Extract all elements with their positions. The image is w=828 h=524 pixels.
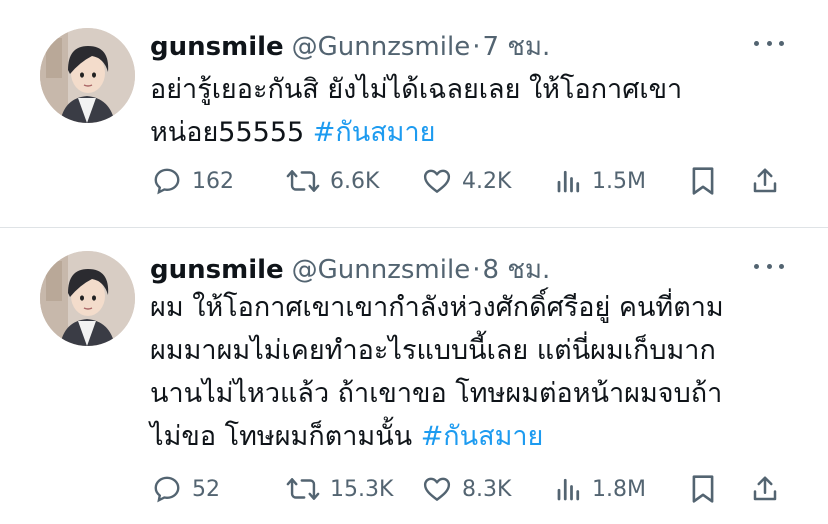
retweet-button[interactable]: 15.3K <box>286 472 393 506</box>
tweet-text-line: ไม่ขอ โทษผมก็ตามนั้น #กันสมาย <box>150 415 800 458</box>
retweet-button[interactable]: 6.6K <box>286 164 379 198</box>
like-button[interactable]: 8.3K <box>422 472 511 506</box>
tweet-text-line: หน่อย55555 #กันสมาย <box>150 111 800 154</box>
tweet-text: ผม ให้โอกาศเขาเขากำลังห่วงศักดิ์ศรีอยู่ … <box>150 286 800 458</box>
more-icon[interactable] <box>754 38 784 48</box>
bookmark-button[interactable] <box>690 472 716 506</box>
avatar[interactable] <box>40 251 135 346</box>
tweet-text-line: ผม ให้โอกาศเขาเขากำลังห่วงศักดิ์ศรีอยู่ … <box>150 292 724 323</box>
share-button[interactable] <box>750 164 780 198</box>
views-button[interactable]: 1.5M <box>556 164 646 198</box>
views-icon <box>556 474 582 504</box>
display-name[interactable]: gunsmile <box>150 32 284 62</box>
reply-count: 162 <box>192 168 234 194</box>
tweet-1[interactable]: gunsmile @Gunnzsmile · 7 ชม. อย่ารู้เยอะ… <box>0 0 828 228</box>
user-handle[interactable]: @Gunnzsmile <box>292 32 471 62</box>
avatar[interactable] <box>40 28 135 123</box>
reply-icon <box>152 474 182 504</box>
more-icon[interactable] <box>754 261 784 271</box>
action-bar: 162 6.6K 4.2K 1.5M <box>0 164 828 198</box>
reply-count: 52 <box>192 476 220 502</box>
retweet-icon <box>286 166 320 196</box>
reply-button[interactable]: 162 <box>152 164 234 198</box>
like-count: 4.2K <box>462 168 512 194</box>
bookmark-icon <box>690 165 716 197</box>
action-bar: 52 15.3K 8.3K 1.8M <box>0 472 828 506</box>
user-handle[interactable]: @Gunnzsmile <box>292 255 471 285</box>
tweet-2[interactable]: gunsmile @Gunnzsmile · 8 ชม. ผม ให้โอกาศ… <box>0 228 828 524</box>
hashtag-link[interactable]: #กันสมาย <box>421 421 544 452</box>
bookmark-button[interactable] <box>690 164 716 198</box>
tweet-text-segment: ไม่ขอ โทษผมก็ตามนั้น <box>150 421 421 452</box>
tweet-text: อย่ารู้เยอะกันสิ ยังไม่ได้เฉลยเลย ให้โอก… <box>150 68 800 154</box>
tweet-header: gunsmile @Gunnzsmile · 8 ชม. <box>150 249 550 285</box>
share-icon <box>750 474 780 504</box>
views-icon <box>556 166 582 196</box>
retweet-count: 6.6K <box>330 168 380 194</box>
share-icon <box>750 166 780 196</box>
views-count: 1.8M <box>592 476 646 502</box>
reply-icon <box>152 166 182 196</box>
like-count: 8.3K <box>462 476 512 502</box>
retweet-icon <box>286 474 320 504</box>
tweet-text-line: นานไม่ไหวแล้ว ถ้าเขาขอ โทษผมต่อหน้าผมจบถ… <box>150 378 723 409</box>
separator-dot: · <box>472 32 481 62</box>
tweet-header: gunsmile @Gunnzsmile · 7 ชม. <box>150 26 550 62</box>
retweet-count: 15.3K <box>330 476 394 502</box>
views-button[interactable]: 1.8M <box>556 472 646 506</box>
tweet-text-line: อย่ารู้เยอะกันสิ ยังไม่ได้เฉลยเลย ให้โอก… <box>150 74 683 105</box>
like-icon <box>422 474 452 504</box>
tweet-text-line: ผมมาผมไม่เคยทำอะไรแบบนี้เลย แต่นี่ผมเก็บ… <box>150 335 716 366</box>
like-button[interactable]: 4.2K <box>422 164 511 198</box>
tweet-text-segment: หน่อย55555 <box>150 117 313 148</box>
display-name[interactable]: gunsmile <box>150 255 284 285</box>
reply-button[interactable]: 52 <box>152 472 220 506</box>
timestamp[interactable]: 8 ชม. <box>482 249 550 290</box>
bookmark-icon <box>690 473 716 505</box>
timestamp[interactable]: 7 ชม. <box>482 26 550 67</box>
views-count: 1.5M <box>592 168 646 194</box>
separator-dot: · <box>472 255 481 285</box>
hashtag-link[interactable]: #กันสมาย <box>313 117 436 148</box>
share-button[interactable] <box>750 472 780 506</box>
like-icon <box>422 166 452 196</box>
